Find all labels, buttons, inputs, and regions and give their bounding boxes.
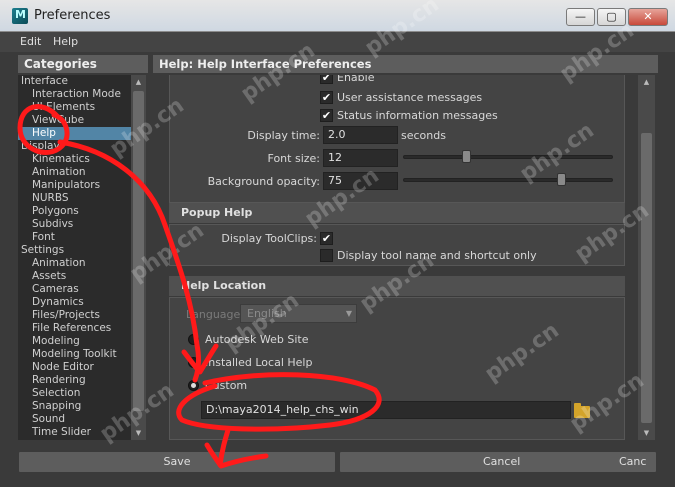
minimize-button[interactable]: — xyxy=(566,8,595,26)
display-toolclips-label: Display ToolClips: xyxy=(221,232,317,245)
category-item[interactable]: Sound xyxy=(18,413,131,426)
content-scrollbar[interactable]: ▲ ▼ xyxy=(638,75,655,440)
language-value: English xyxy=(247,307,287,320)
save-button[interactable]: Save xyxy=(18,451,336,473)
category-item[interactable]: Dynamics xyxy=(18,296,131,309)
category-item[interactable]: NURBS xyxy=(18,192,131,205)
category-item[interactable]: Polygons xyxy=(18,205,131,218)
folder-icon[interactable] xyxy=(574,403,590,418)
close-button[interactable]: ✕ xyxy=(628,8,668,26)
menu-help[interactable]: Help xyxy=(53,35,78,48)
bg-opacity-label: Background opacity: xyxy=(207,175,320,188)
category-item[interactable]: Files/Projects xyxy=(18,309,131,322)
cancel-button[interactable]: Cancel Canc xyxy=(339,451,657,473)
status-info-label: Status information messages xyxy=(337,109,498,122)
category-item[interactable]: ViewCube xyxy=(18,114,131,127)
menu-bar: Edit Help xyxy=(0,32,675,52)
category-item[interactable]: Settings xyxy=(18,244,131,257)
preferences-content: ✔ Enable ✔ User assistance messages ✔ St… xyxy=(153,75,638,440)
display-tool-name-checkbox[interactable] xyxy=(320,249,333,262)
language-label: Language xyxy=(186,308,241,321)
popup-help-header[interactable]: Popup Help xyxy=(169,203,625,223)
category-item[interactable]: Modeling Toolkit xyxy=(18,348,131,361)
font-size-slider-track[interactable] xyxy=(403,155,613,159)
scroll-down-icon[interactable]: ▼ xyxy=(131,426,146,440)
enable-checkbox[interactable]: ✔ xyxy=(320,75,333,84)
categories-header: Categories xyxy=(18,55,148,73)
categories-scrollbar[interactable]: ▲ ▼ xyxy=(131,75,146,440)
display-time-label: Display time: xyxy=(247,129,320,142)
window-title: Preferences xyxy=(34,8,111,23)
cancel-label: Cancel xyxy=(483,455,521,468)
category-item[interactable]: Animation xyxy=(18,166,131,179)
font-size-label: Font size: xyxy=(267,152,320,165)
display-tool-name-label: Display tool name and shortcut only xyxy=(337,249,537,262)
category-item[interactable]: Modeling xyxy=(18,335,131,348)
bg-opacity-slider-track[interactable] xyxy=(403,178,613,182)
chevron-down-icon: ▼ xyxy=(345,309,352,318)
category-item[interactable]: Cameras xyxy=(18,283,131,296)
custom-path-field[interactable]: D:\maya2014_help_chs_win xyxy=(201,401,571,419)
enable-label: Enable xyxy=(337,75,375,84)
user-assistance-label: User assistance messages xyxy=(337,91,483,104)
category-item[interactable]: Manipulators xyxy=(18,179,131,192)
autodesk-web-label: Autodesk Web Site xyxy=(205,333,309,346)
display-toolclips-checkbox[interactable]: ✔ xyxy=(320,232,333,245)
user-assistance-checkbox[interactable]: ✔ xyxy=(320,91,333,104)
category-item[interactable]: Animation xyxy=(18,257,131,270)
scroll-up-icon[interactable]: ▲ xyxy=(131,75,146,89)
menu-edit[interactable]: Edit xyxy=(20,35,41,48)
bg-opacity-slider-handle[interactable] xyxy=(556,173,566,186)
title-bar: Preferences — ▢ ✕ xyxy=(0,0,675,32)
custom-label: Custom xyxy=(205,379,248,392)
help-location-header[interactable]: Help Location xyxy=(169,276,625,296)
bg-opacity-field[interactable]: 75 xyxy=(323,172,398,190)
status-info-checkbox[interactable]: ✔ xyxy=(320,109,333,122)
category-item[interactable]: Selection xyxy=(18,387,131,400)
language-dropdown[interactable]: English ▼ xyxy=(240,304,357,323)
categories-scroll-thumb[interactable] xyxy=(133,91,144,411)
scroll-down-icon[interactable]: ▼ xyxy=(638,426,655,440)
category-item[interactable]: Help xyxy=(18,127,131,140)
category-item[interactable]: Snapping xyxy=(18,400,131,413)
section-header: Help: Help Interface Preferences xyxy=(153,55,658,73)
font-size-field[interactable]: 12 xyxy=(323,149,398,167)
category-item[interactable]: Kinematics xyxy=(18,153,131,166)
maximize-button[interactable]: ▢ xyxy=(597,8,626,26)
maya-app-icon xyxy=(12,8,28,24)
autodesk-web-radio[interactable] xyxy=(188,334,199,345)
category-item[interactable]: Interaction Mode xyxy=(18,88,131,101)
category-item[interactable]: Display xyxy=(18,140,131,153)
cancel-label-partial: Canc xyxy=(619,455,647,468)
font-size-slider-handle[interactable] xyxy=(462,150,471,163)
category-item[interactable]: Time Slider xyxy=(18,426,131,439)
categories-list: Interface Interaction Mode UI Elements View… xyxy=(18,75,131,440)
category-item[interactable]: Subdivs xyxy=(18,218,131,231)
installed-local-radio[interactable] xyxy=(188,357,199,368)
installed-local-label: Installed Local Help xyxy=(205,356,313,369)
display-time-field[interactable]: 2.0 xyxy=(323,126,398,144)
category-item[interactable]: Rendering xyxy=(18,374,131,387)
scroll-up-icon[interactable]: ▲ xyxy=(638,75,655,89)
content-scroll-thumb[interactable] xyxy=(641,133,652,423)
category-item[interactable]: UI Elements xyxy=(18,101,131,114)
category-item[interactable]: Font xyxy=(18,231,131,244)
category-item[interactable]: File References xyxy=(18,322,131,335)
display-time-unit: seconds xyxy=(401,129,446,142)
category-item[interactable]: Node Editor xyxy=(18,361,131,374)
category-item[interactable]: Interface xyxy=(18,75,131,88)
custom-radio[interactable] xyxy=(188,380,199,391)
category-item[interactable]: Assets xyxy=(18,270,131,283)
